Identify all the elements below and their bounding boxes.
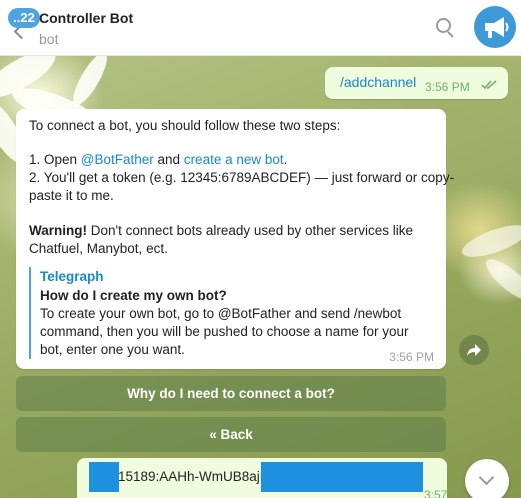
outgoing-message-token[interactable]: 15189:AAHh-WmUB8ajFi 3:57 PM bbox=[77, 458, 447, 498]
read-ticks-icon bbox=[481, 80, 497, 90]
chevron-down-icon bbox=[478, 469, 495, 486]
message-time: 3:56 PM bbox=[389, 350, 434, 364]
instruction-step-1: 1. Open @BotFather and create a new bot. bbox=[29, 152, 288, 167]
botfather-link[interactable]: @BotFather bbox=[81, 152, 154, 167]
link-preview-bar bbox=[29, 267, 31, 359]
chat-subtitle: bot bbox=[39, 31, 59, 47]
warning-text: Warning! Don't connect bots already used… bbox=[29, 223, 413, 238]
chat-header: ..22 Controller Bot bot bbox=[0, 0, 521, 56]
chat-title[interactable]: Controller Bot bbox=[39, 10, 133, 26]
instruction-intro: To connect a bot, you should follow thes… bbox=[29, 118, 341, 133]
link-preview-description: To create your own bot, go to @BotFather… bbox=[40, 306, 402, 321]
link-preview-description: bot, enter one you want. bbox=[40, 342, 185, 357]
keyboard-button-back[interactable]: « Back bbox=[16, 417, 446, 452]
message-time: 3:56 PM bbox=[425, 80, 470, 94]
token-text[interactable]: 15189:AAHh-WmUB8ajFi bbox=[118, 469, 271, 484]
share-icon bbox=[467, 344, 481, 356]
keyboard-button-why-connect[interactable]: Why do I need to connect a bot? bbox=[16, 376, 446, 411]
message-time: 3:57 PM bbox=[424, 488, 448, 498]
command-text[interactable]: /addchannel bbox=[340, 74, 416, 90]
link-preview-description: command, then you will be pushed to choo… bbox=[40, 324, 409, 339]
back-button[interactable]: ..22 bbox=[6, 8, 40, 48]
instruction-step-2: 2. You'll get a token (e.g. 12345:6789AB… bbox=[29, 170, 455, 185]
redaction-block bbox=[261, 462, 423, 492]
redaction-block bbox=[89, 462, 119, 492]
instruction-step-2-cont: paste it to me. bbox=[29, 188, 114, 203]
megaphone-icon bbox=[485, 17, 509, 38]
scroll-to-bottom-button[interactable] bbox=[465, 459, 509, 498]
create-bot-link[interactable]: create a new bot bbox=[184, 152, 284, 167]
warning-label: Warning! bbox=[29, 223, 87, 238]
outgoing-message-command[interactable]: /addchannel 3:56 PM bbox=[325, 67, 508, 99]
link-preview-title[interactable]: How do I create my own bot? bbox=[40, 288, 227, 303]
unread-count-badge: ..22 bbox=[8, 8, 40, 28]
incoming-message-bot-reply[interactable]: To connect a bot, you should follow thes… bbox=[16, 109, 454, 369]
share-button[interactable] bbox=[459, 335, 489, 365]
search-button[interactable] bbox=[436, 18, 458, 40]
link-preview-site[interactable]: Telegraph bbox=[40, 269, 104, 284]
warning-text-cont: Chatfuel, Manybot, ect. bbox=[29, 241, 168, 256]
bot-avatar[interactable] bbox=[474, 6, 516, 48]
